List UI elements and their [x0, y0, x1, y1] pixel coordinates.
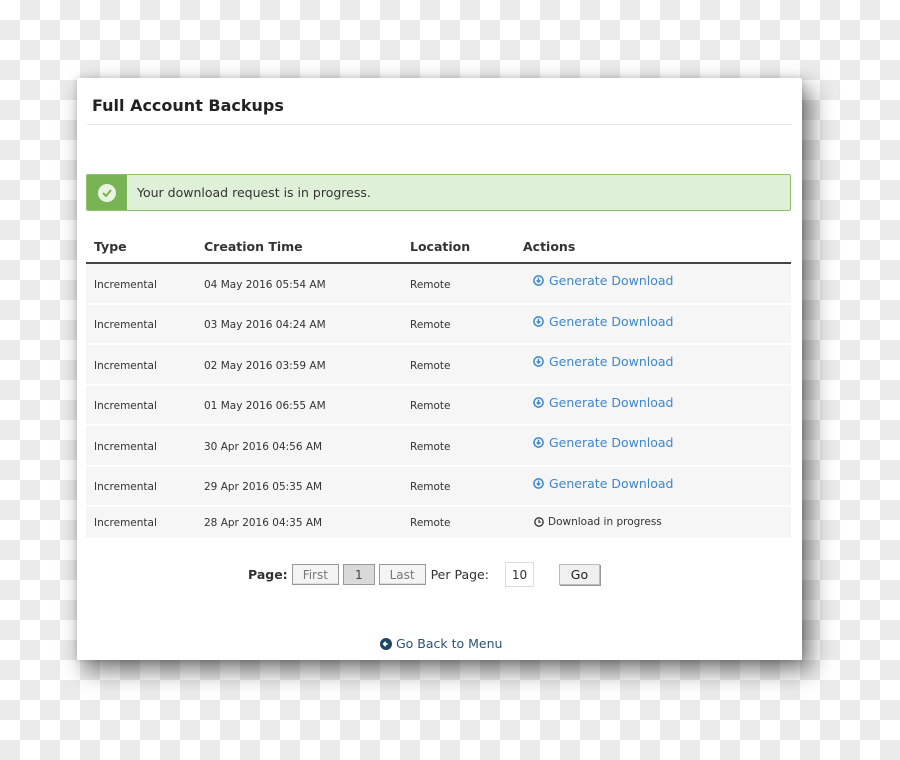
table-row: Incremental 30 Apr 2016 04:56 AM Remote Gen… [86, 426, 791, 467]
cell-actions: Generate Download [523, 435, 791, 451]
cell-creation-time: 02 May 2016 03:59 AM [204, 359, 326, 372]
generate-download-link[interactable]: Generate Download [533, 314, 674, 329]
download-circle-icon [533, 477, 544, 489]
success-alert: Your download request is in progress. [86, 174, 791, 211]
table-row: Incremental 03 May 2016 04:24 AM Remote Gen… [86, 304, 791, 345]
cell-type: Incremental [94, 319, 157, 332]
download-circle-icon [533, 275, 544, 287]
cell-creation-time: 30 Apr 2016 04:56 AM [204, 440, 323, 453]
cell-location: Remote [410, 319, 451, 332]
generate-download-label: Generate Download [549, 313, 674, 329]
cell-type: Incremental [94, 516, 157, 529]
header-actions: Actions [523, 238, 576, 254]
generate-download-link[interactable]: Generate Download [533, 395, 674, 410]
header-creation-time: Creation Time [204, 238, 303, 254]
cell-actions: Generate Download [523, 354, 791, 370]
table-row: Incremental 28 Apr 2016 04:35 AM Remote Dow… [86, 507, 791, 538]
generate-download-label: Generate Download [549, 394, 674, 410]
table-body: Incremental 04 May 2016 05:54 AM Remote Gen… [86, 264, 791, 538]
alert-icon-box [87, 175, 127, 210]
generate-download-label: Generate Download [549, 475, 674, 491]
generate-download-label: Generate Download [549, 354, 674, 370]
cell-location: Remote [410, 359, 451, 372]
cell-actions: Generate Download [523, 395, 791, 411]
table-row: Incremental 04 May 2016 05:54 AM Remote Gen… [86, 264, 791, 305]
page-label: Page: [248, 567, 288, 582]
table-row: Incremental 29 Apr 2016 05:35 AM Remote Gen… [86, 466, 791, 507]
alert-message: Your download request is in progress. [137, 185, 371, 200]
cell-creation-time: 04 May 2016 05:54 AM [204, 278, 326, 291]
download-circle-icon [533, 315, 544, 327]
generate-download-link[interactable]: Generate Download [533, 273, 674, 288]
current-page-button[interactable]: 1 [342, 564, 375, 585]
cell-type: Incremental [94, 481, 157, 494]
backups-panel: Full Account Backups Your download reque… [77, 78, 802, 660]
first-page-button[interactable]: First [291, 564, 339, 585]
cell-type: Incremental [94, 359, 157, 372]
cell-type: Incremental [94, 400, 157, 413]
per-page-label: Per Page: [430, 567, 489, 582]
cell-actions: Generate Download [523, 476, 791, 492]
check-circle-icon [98, 183, 116, 202]
cell-location: Remote [410, 516, 451, 529]
arrow-left-circle-icon [380, 637, 392, 650]
last-page-button[interactable]: Last [378, 564, 426, 585]
go-back-label: Go Back to Menu [396, 636, 503, 651]
cell-location: Remote [410, 400, 451, 413]
cell-location: Remote [410, 278, 451, 291]
table-row: Incremental 01 May 2016 06:55 AM Remote Gen… [86, 385, 791, 426]
go-button[interactable]: Go [558, 564, 600, 585]
go-back-to-menu-link[interactable]: Go Back to Menu [380, 636, 502, 651]
cell-type: Incremental [94, 440, 157, 453]
download-status-label: Download in progress [548, 515, 662, 528]
page-title: Full Account Backups [92, 96, 284, 115]
generate-download-link[interactable]: Generate Download [533, 476, 674, 491]
download-status: Download in progress [534, 516, 662, 528]
download-circle-icon [533, 396, 544, 408]
clock-icon [534, 516, 544, 527]
table-header: Type Creation Time Location Actions [86, 230, 791, 264]
cell-actions: Download in progress [523, 516, 791, 530]
header-location: Location [410, 238, 471, 254]
table-row: Incremental 02 May 2016 03:59 AM Remote Gen… [86, 345, 791, 386]
generate-download-link[interactable]: Generate Download [533, 354, 674, 369]
generate-download-link[interactable]: Generate Download [533, 435, 674, 450]
title-divider [87, 124, 792, 125]
download-circle-icon [533, 437, 544, 449]
cell-type: Incremental [94, 278, 157, 291]
generate-download-label: Generate Download [549, 435, 674, 451]
backups-table: Type Creation Time Location Actions Incr… [86, 230, 791, 538]
per-page-input[interactable] [504, 562, 534, 587]
cell-actions: Generate Download [523, 273, 791, 289]
cell-creation-time: 29 Apr 2016 05:35 AM [204, 481, 323, 494]
generate-download-label: Generate Download [549, 273, 674, 289]
cell-creation-time: 03 May 2016 04:24 AM [204, 319, 326, 332]
header-type: Type [94, 238, 127, 254]
cell-creation-time: 01 May 2016 06:55 AM [204, 400, 326, 413]
cell-location: Remote [410, 440, 451, 453]
pagination: Page: First 1 Last Per Page: Go [248, 562, 600, 587]
cell-creation-time: 28 Apr 2016 04:35 AM [204, 516, 323, 529]
cell-location: Remote [410, 481, 451, 494]
download-circle-icon [533, 356, 544, 368]
cell-actions: Generate Download [523, 314, 791, 330]
